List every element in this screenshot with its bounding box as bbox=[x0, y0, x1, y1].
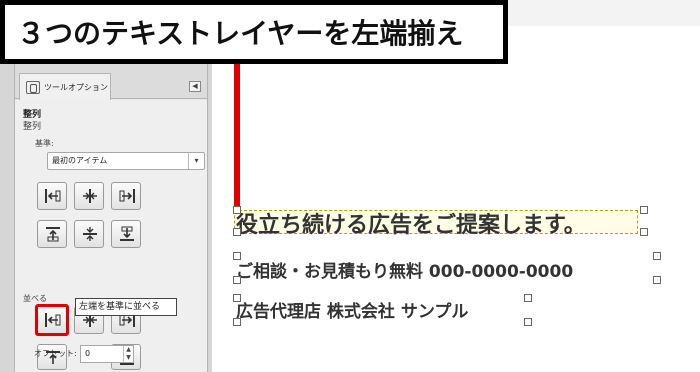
layer-handle[interactable] bbox=[233, 276, 241, 284]
align-top-icon bbox=[46, 227, 60, 242]
align-options: 整列 整列 基準: 最初のアイテム ▾ 並べる bbox=[15, 100, 207, 372]
distribute-left-edge-button[interactable] bbox=[35, 304, 69, 336]
chevron-down-icon[interactable]: ▾ bbox=[188, 153, 204, 169]
align-left-edge-button[interactable] bbox=[37, 182, 67, 210]
offset-value: 0 bbox=[85, 349, 91, 358]
text-layer-2[interactable]: ご相談・お見積もり無料 000-0000-0000 bbox=[236, 257, 573, 282]
align-right-edge-button[interactable] bbox=[111, 182, 141, 210]
align-bottom-edge-button[interactable] bbox=[111, 220, 141, 248]
layer-handle[interactable] bbox=[233, 318, 241, 326]
align-center-button[interactable] bbox=[74, 182, 104, 210]
alignment-guide-line bbox=[234, 64, 240, 214]
align-left-icon bbox=[45, 189, 61, 203]
text-layer-1[interactable]: 役立ち続ける広告をご提案します。 bbox=[236, 207, 586, 239]
text-layer-3[interactable]: 広告代理店 株式会社 サンプル bbox=[236, 297, 468, 322]
align-center-icon bbox=[83, 189, 97, 203]
tab-tool-options-label: ツールオプション bbox=[44, 82, 108, 92]
layer-handle[interactable] bbox=[233, 206, 241, 214]
align-right-icon bbox=[119, 189, 135, 203]
layer-handle[interactable] bbox=[233, 252, 241, 260]
offset-label: オフセット: bbox=[34, 349, 77, 358]
layer-handle[interactable] bbox=[524, 318, 532, 326]
distribute-label: 並べる bbox=[23, 294, 47, 303]
dock-tab-strip: ツールオプション ◀ bbox=[15, 63, 207, 100]
relative-to-select[interactable]: 最初のアイテム ▾ bbox=[47, 152, 205, 170]
layer-handle[interactable] bbox=[640, 206, 648, 214]
section-subtitle-align: 整列 bbox=[23, 122, 42, 132]
tool-options-icon bbox=[26, 80, 40, 94]
align-top-edge-button[interactable] bbox=[37, 220, 67, 248]
page-title-banner: ３つのテキストレイヤーを左端揃え bbox=[0, 0, 508, 64]
layer-handle[interactable] bbox=[653, 252, 661, 260]
tab-tool-options[interactable]: ツールオプション bbox=[19, 73, 111, 100]
relative-to-label: 基準: bbox=[35, 139, 54, 148]
relative-to-value: 最初のアイテム bbox=[52, 156, 108, 165]
spin-arrows-icon[interactable]: ▲ ▼ bbox=[123, 346, 133, 362]
offset-spinner[interactable]: 0 ▲ ▼ bbox=[80, 345, 134, 363]
layer-handle[interactable] bbox=[524, 294, 532, 302]
align-middle-icon bbox=[83, 227, 97, 241]
align-bottom-icon bbox=[120, 226, 134, 241]
layer-handle[interactable] bbox=[653, 276, 661, 284]
tab-menu-button[interactable]: ◀ bbox=[189, 81, 201, 92]
tool-options-panel: ツールオプション ◀ 整列 整列 基準: 最初のアイテム ▾ 並べる bbox=[14, 62, 208, 372]
tooltip: 左端を基準に並べる bbox=[75, 298, 177, 316]
layer-handle[interactable] bbox=[233, 294, 241, 302]
layer-handle[interactable] bbox=[640, 228, 648, 236]
layer-handle[interactable] bbox=[233, 228, 241, 236]
align-middle-button[interactable] bbox=[74, 220, 104, 248]
distribute-left-icon bbox=[45, 313, 61, 327]
top-background bbox=[508, 0, 700, 26]
